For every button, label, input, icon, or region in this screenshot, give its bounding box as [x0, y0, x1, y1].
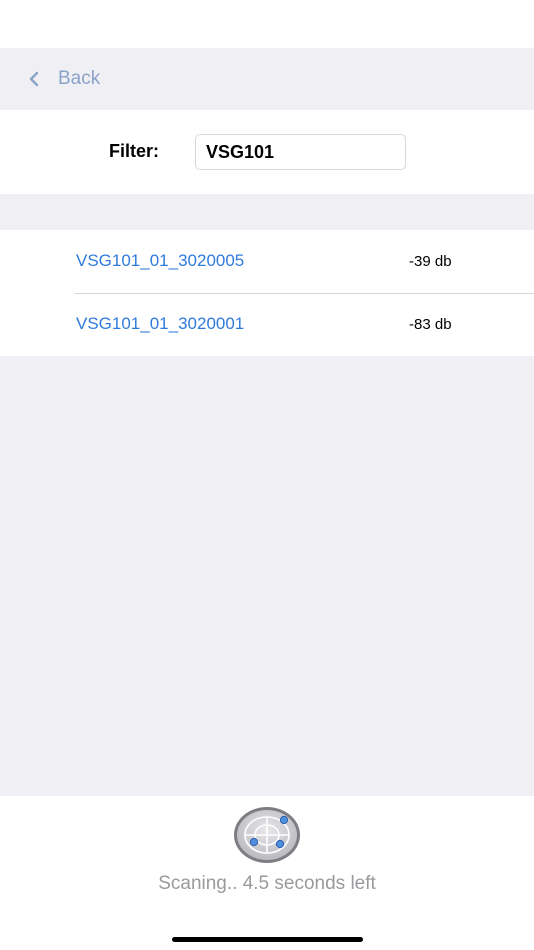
device-signal-strength: -83 db	[409, 316, 452, 333]
back-button[interactable]: Back	[24, 62, 100, 96]
device-row[interactable]: VSG101_01_3020001 -83 db	[0, 293, 534, 356]
filter-row: Filter:	[0, 110, 534, 194]
chevron-left-icon	[29, 71, 39, 87]
device-signal-strength: -39 db	[409, 253, 452, 270]
device-name: VSG101_01_3020001	[76, 314, 245, 333]
device-name: VSG101_01_3020005	[76, 251, 245, 270]
back-label: Back	[58, 68, 101, 89]
device-list: VSG101_01_3020005 -39 db VSG101_01_30200…	[0, 230, 534, 356]
radar-icon[interactable]	[233, 806, 301, 864]
device-row[interactable]: VSG101_01_3020005 -39 db	[0, 230, 534, 294]
home-indicator	[172, 937, 363, 942]
filter-label: Filter:	[109, 141, 160, 161]
scan-status-text: Scaning.. 4.5 seconds left	[158, 873, 376, 894]
filter-input[interactable]	[195, 134, 406, 170]
status-bar	[0, 0, 534, 48]
scan-footer: Scaning.. 4.5 seconds left	[0, 796, 534, 950]
navigation-bar: Back	[0, 48, 534, 110]
